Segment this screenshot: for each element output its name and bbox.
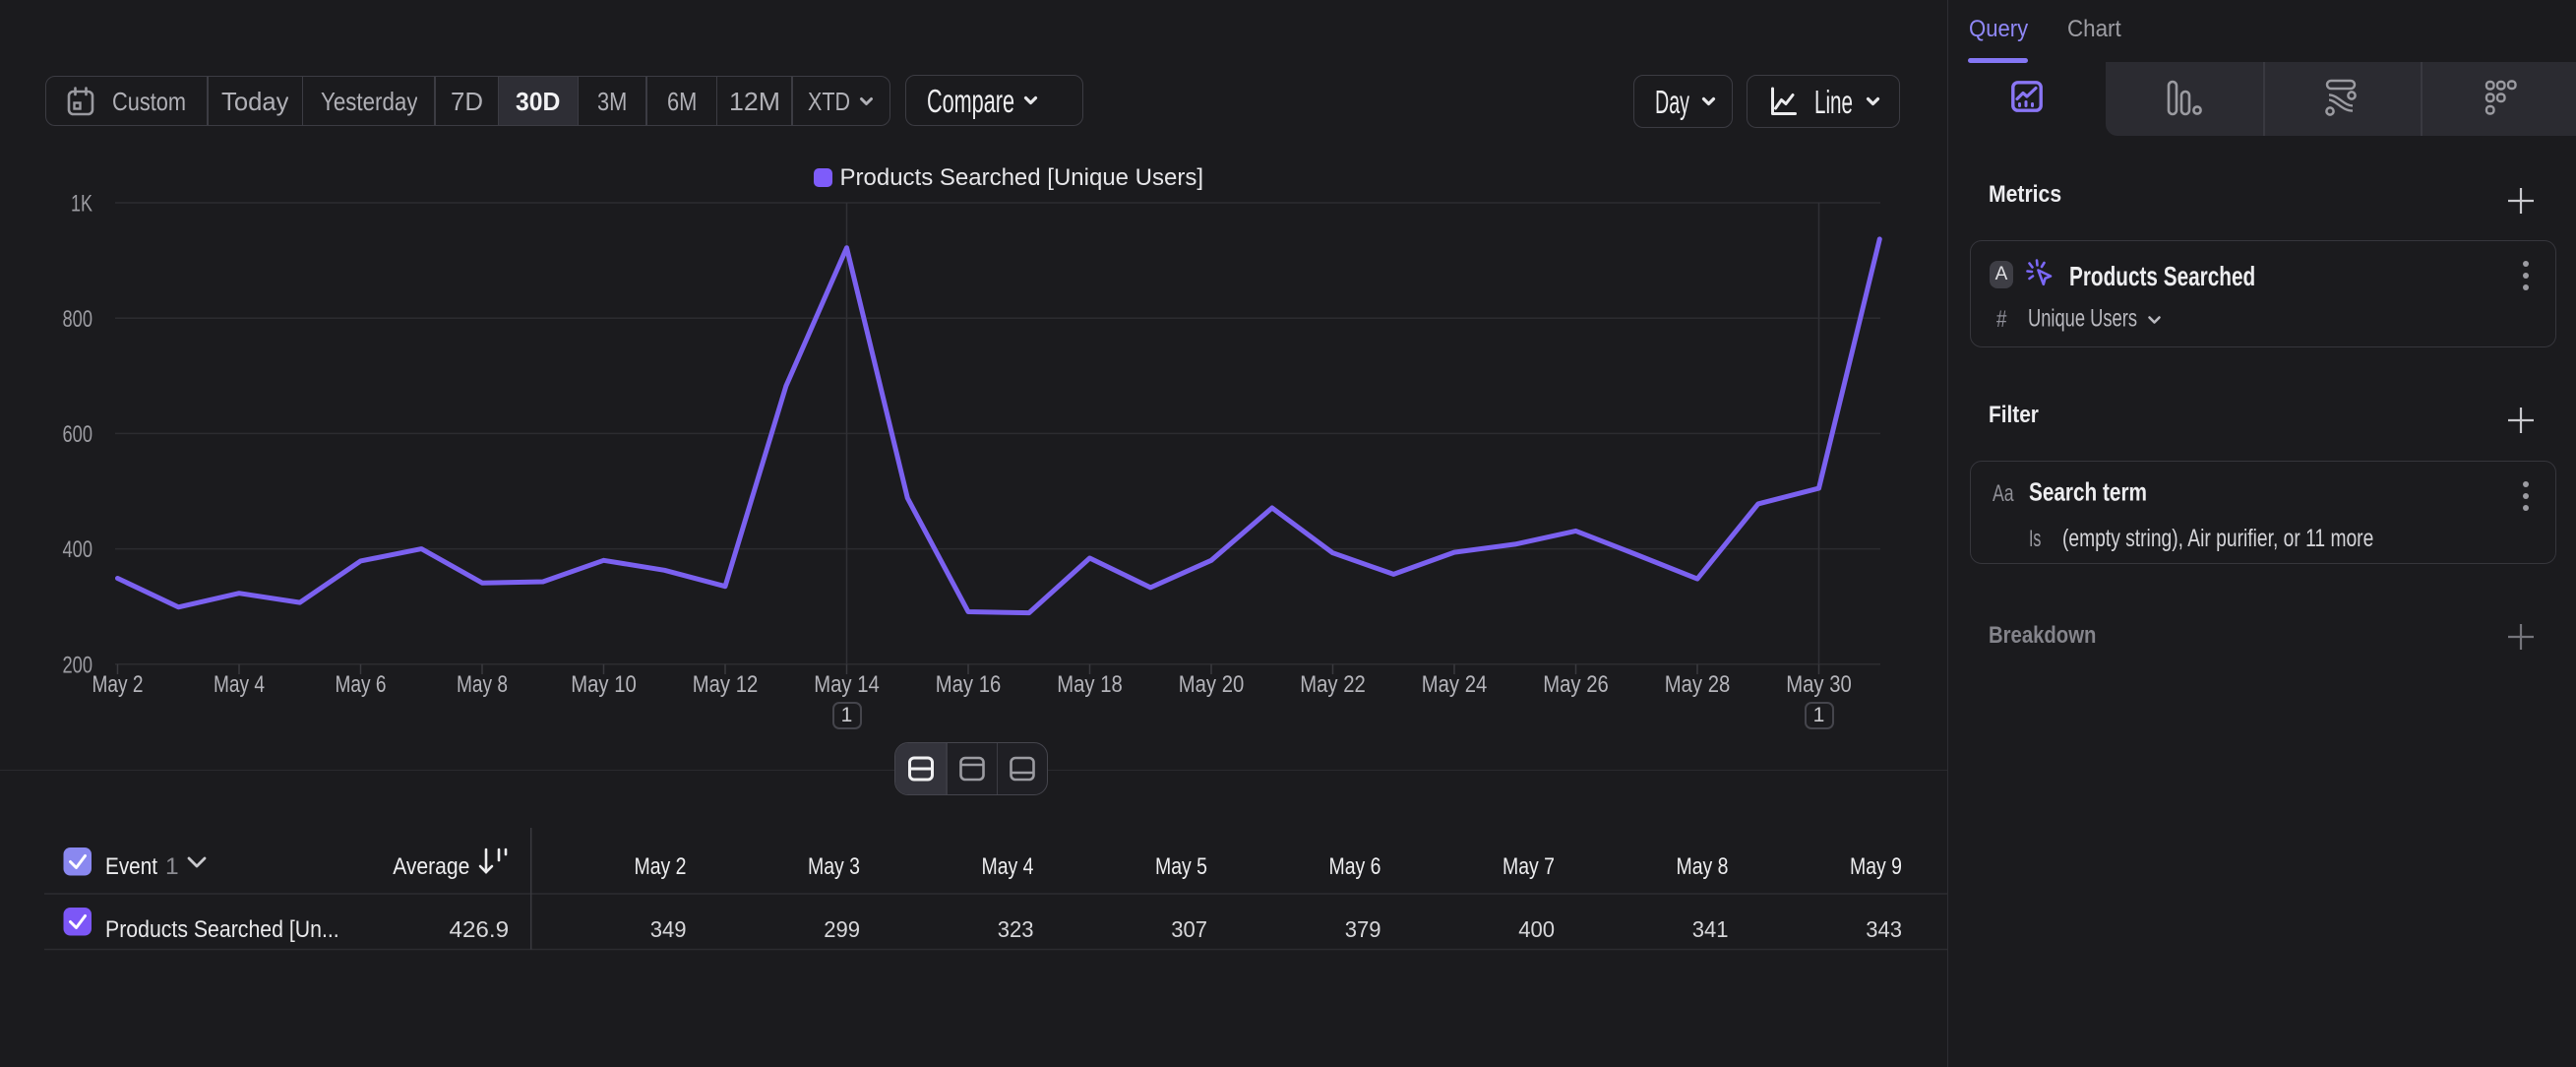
svg-text:May 4: May 4: [214, 671, 265, 698]
svg-text:May 6: May 6: [336, 671, 387, 698]
svg-text:349: 349: [650, 916, 687, 942]
svg-text:Aa: Aa: [1993, 480, 2014, 507]
svg-text:May 2: May 2: [635, 853, 687, 880]
svg-text:May 30: May 30: [1786, 671, 1852, 698]
svg-text:(empty string), Air purifier,: (empty string), Air purifier, or 11 more: [2062, 525, 2373, 552]
svg-text:400: 400: [1518, 916, 1555, 942]
svg-text:May 18: May 18: [1057, 671, 1123, 698]
svg-text:May 7: May 7: [1503, 853, 1555, 880]
svg-text:307: 307: [1171, 916, 1207, 942]
svg-text:299: 299: [824, 916, 860, 942]
svg-text:May 8: May 8: [457, 671, 508, 698]
svg-text:Products Searched: Products Searched: [2069, 262, 2255, 291]
svg-text:Search term: Search term: [2029, 478, 2147, 507]
svg-text:Metrics: Metrics: [1989, 181, 2061, 208]
svg-text:May 3: May 3: [808, 853, 860, 880]
svg-text:Unique Users: Unique Users: [2028, 305, 2137, 333]
svg-text:Filter: Filter: [1989, 402, 2039, 428]
svg-text:Is: Is: [2029, 526, 2041, 552]
svg-text:343: 343: [1866, 916, 1902, 942]
svg-text:May 2: May 2: [92, 671, 144, 698]
svg-text:323: 323: [998, 916, 1034, 942]
svg-text:May 28: May 28: [1665, 671, 1731, 698]
svg-text:May 10: May 10: [571, 671, 637, 698]
svg-text:Average: Average: [393, 853, 469, 880]
svg-text:May 5: May 5: [1155, 853, 1207, 880]
svg-text:May 4: May 4: [982, 853, 1034, 880]
svg-text:Query: Query: [1969, 16, 2028, 42]
svg-text:May 8: May 8: [1677, 853, 1729, 880]
svg-text:May 24: May 24: [1422, 671, 1488, 698]
svg-text:400: 400: [63, 536, 93, 563]
svg-text:May 14: May 14: [814, 671, 880, 698]
svg-text:600: 600: [63, 421, 93, 448]
svg-text:Chart: Chart: [2067, 16, 2121, 42]
svg-text:200: 200: [63, 652, 93, 678]
svg-text:Products Searched [Un...: Products Searched [Un...: [105, 916, 339, 943]
svg-text:May 9: May 9: [1850, 853, 1902, 880]
svg-text:1K: 1K: [71, 191, 92, 218]
svg-text:May 22: May 22: [1300, 671, 1366, 698]
svg-text:May 12: May 12: [693, 671, 759, 698]
svg-text:May 20: May 20: [1179, 671, 1245, 698]
svg-text:May 6: May 6: [1329, 853, 1381, 880]
svg-text:1: 1: [165, 853, 179, 880]
svg-text:426.9: 426.9: [450, 916, 510, 942]
svg-text:Breakdown: Breakdown: [1989, 622, 2096, 649]
svg-text:May 26: May 26: [1543, 671, 1609, 698]
svg-text:#: #: [1996, 306, 2007, 333]
svg-text:Event: Event: [105, 853, 157, 880]
svg-text:May 16: May 16: [936, 671, 1002, 698]
svg-text:379: 379: [1345, 916, 1381, 942]
svg-text:800: 800: [63, 306, 93, 333]
svg-text:341: 341: [1692, 916, 1729, 942]
